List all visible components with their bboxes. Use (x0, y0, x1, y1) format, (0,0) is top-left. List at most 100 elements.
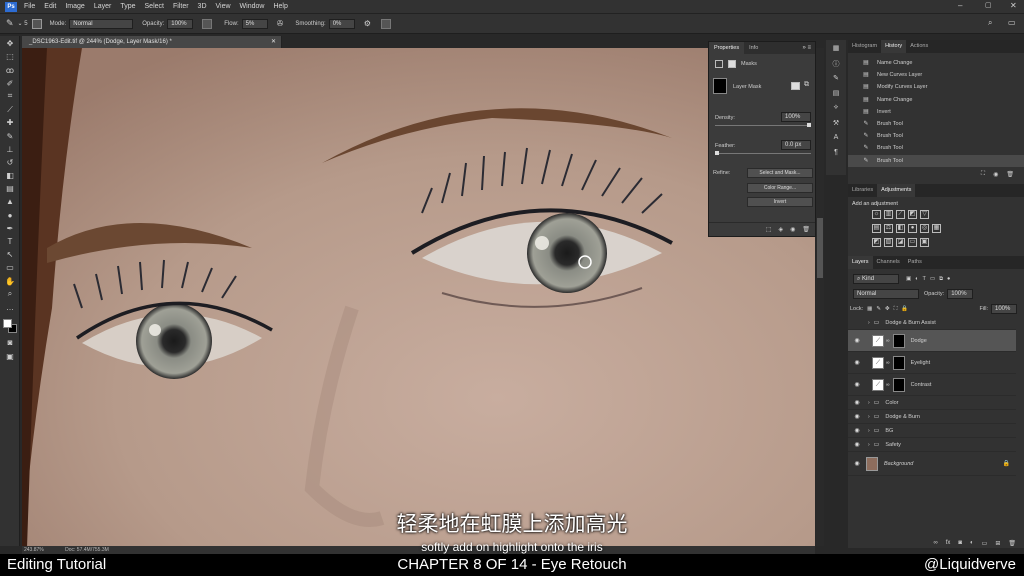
visibility-eye-icon[interactable]: ◉ (790, 226, 795, 233)
history-item[interactable]: ▤ New Curves Layer (848, 69, 1024, 81)
layer-opacity-field[interactable]: 100% (947, 289, 974, 299)
smoothing-field[interactable]: 0% (328, 18, 355, 29)
layer-filter-select[interactable]: ⌕ Kind (853, 274, 899, 284)
lasso-tool-icon[interactable]: ꝏ (3, 65, 17, 76)
histogram-panel-icon[interactable]: ▦ (830, 44, 842, 55)
menu-window[interactable]: Window (240, 3, 265, 10)
layer-row[interactable]: ◉ ⟋ ∞ Eyelight (848, 352, 1016, 374)
gradient-tool-icon[interactable]: ▤ (3, 183, 17, 194)
panel-menu-icon[interactable]: » ≡ (802, 45, 811, 51)
layer-row[interactable]: ◉ › ▭ Safety (848, 438, 1016, 452)
history-item[interactable]: ▤ Name Change (848, 94, 1024, 106)
eye-icon[interactable]: ◉ (852, 337, 862, 344)
foreground-color-swatch[interactable] (3, 319, 12, 329)
expand-arrow-icon[interactable]: › (868, 400, 870, 406)
tab-adjustments[interactable]: Adjustments (877, 184, 916, 197)
brush-preset-icon[interactable]: ✎ (6, 18, 14, 29)
tab-libraries[interactable]: Libraries (848, 184, 877, 197)
layer-mask-thumbnail[interactable] (892, 333, 905, 348)
canvas[interactable] (22, 48, 815, 548)
layer-row[interactable]: ◉ › ▭ Dodge & Burn (848, 410, 1016, 424)
pen-tool-icon[interactable]: ✒ (3, 223, 17, 234)
paragraph-panel-icon[interactable]: ¶ (830, 149, 842, 160)
history-item-selected[interactable]: ✎ Brush Tool (848, 154, 1024, 167)
paths-panel-icon[interactable]: ⟡ (830, 104, 842, 115)
feather-field[interactable]: 0.0 px (781, 140, 811, 150)
channel-mixer-icon[interactable]: ◎ (920, 224, 929, 233)
history-item[interactable]: ▤ Invert (848, 106, 1024, 118)
blur-tool-icon[interactable]: ▲ (3, 196, 17, 207)
document-tab[interactable]: _DSC1963-Edit.tif @ 244% (Dodge, Layer M… (22, 36, 282, 48)
new-snapshot-icon[interactable]: ⛶ (981, 171, 985, 178)
brightness-icon[interactable]: ☼ (872, 210, 881, 219)
feather-slider-track[interactable] (715, 151, 811, 155)
color-lookup-icon[interactable]: ▦ (932, 224, 941, 233)
brush-size-picker[interactable]: ⌄ 5 (18, 20, 28, 27)
expand-arrow-icon[interactable]: › (868, 442, 870, 448)
menu-layer[interactable]: Layer (94, 3, 112, 10)
mode-select[interactable]: Normal (69, 18, 134, 29)
tab-info[interactable]: Info (744, 45, 763, 51)
layer-row[interactable]: ◉ Background 🔒 (848, 452, 1016, 476)
path-select-tool-icon[interactable]: ↖ (3, 249, 17, 260)
photo-filter-icon[interactable]: ● (908, 224, 917, 233)
layer-row[interactable]: ◉ ⟋ ∞ Contrast (848, 374, 1016, 396)
select-and-mask-button[interactable]: Select and Mask... (747, 168, 813, 178)
history-item[interactable]: ▤ Name Change (848, 57, 1024, 69)
eye-icon[interactable]: ◉ (852, 460, 862, 467)
invert-adjustment-icon[interactable]: ◩ (872, 238, 881, 247)
expand-arrow-icon[interactable]: › (868, 414, 870, 420)
quick-mask-icon[interactable]: ◙ (3, 337, 17, 348)
color-balance-icon[interactable]: ⚖ (884, 224, 893, 233)
density-slider-track[interactable] (715, 123, 811, 127)
pressure-size-icon[interactable] (380, 18, 391, 29)
history-item[interactable]: ✎ Brush Tool (848, 142, 1024, 154)
eye-icon[interactable]: ◉ (852, 413, 862, 420)
lock-icons[interactable]: ▦✎✥⛶🔒 (867, 306, 912, 313)
screen-mode-icon[interactable]: ▣ (3, 351, 17, 362)
pressure-opacity-icon[interactable] (202, 18, 213, 29)
curves-icon[interactable]: ⟋ (896, 210, 905, 219)
stamp-tool-icon[interactable]: ⊥ (3, 144, 17, 155)
close-icon[interactable]: ✕ (1010, 1, 1017, 10)
layer-row-selected[interactable]: ◉ ⟋ ∞ Dodge (848, 330, 1016, 352)
selective-color-icon[interactable]: ▣ (920, 238, 929, 247)
tab-properties[interactable]: Properties (709, 42, 745, 54)
type-tool-icon[interactable]: T (3, 236, 17, 247)
quick-select-tool-icon[interactable]: ✐ (3, 78, 17, 89)
history-brush-tool-icon[interactable]: ↺ (3, 157, 17, 168)
expand-arrow-icon[interactable]: › (868, 320, 870, 326)
feather-slider-thumb[interactable] (715, 151, 719, 155)
menu-image[interactable]: Image (65, 3, 84, 10)
healing-tool-icon[interactable]: ✚ (3, 117, 17, 128)
opacity-field[interactable]: 100% (167, 18, 194, 29)
link-icon[interactable]: ∞ (886, 338, 890, 344)
hue-saturation-icon[interactable]: ▤ (872, 224, 881, 233)
posterize-icon[interactable]: ▧ (884, 238, 893, 247)
menu-3d[interactable]: 3D (198, 3, 207, 10)
eye-icon[interactable]: ◉ (852, 441, 862, 448)
vibrance-icon[interactable]: ▽ (920, 210, 929, 219)
menu-filter[interactable]: Filter (173, 3, 189, 10)
color-range-button[interactable]: Color Range... (747, 183, 813, 193)
workspace-icon[interactable]: ▭ (1008, 18, 1016, 27)
layer-mask-thumbnail[interactable] (892, 355, 905, 370)
fill-field[interactable]: 100% (991, 304, 1017, 314)
menu-help[interactable]: Help (273, 3, 287, 10)
brush-settings-icon[interactable] (31, 18, 42, 29)
levels-icon[interactable]: ▥ (884, 210, 893, 219)
apply-mask-icon[interactable]: ◈ (779, 226, 784, 233)
flow-field[interactable]: 5% (241, 18, 268, 29)
crop-tool-icon[interactable]: ⌗ (3, 91, 17, 102)
blend-mode-select[interactable]: Normal (853, 289, 919, 299)
gear-icon[interactable]: ⚙ (364, 19, 371, 28)
load-selection-icon[interactable]: ⬚ (766, 226, 772, 233)
density-field[interactable]: 100% (781, 112, 811, 122)
tool-presets-icon[interactable]: ⚒ (830, 119, 842, 130)
history-item[interactable]: ✎ Brush Tool (848, 130, 1024, 142)
maximize-icon[interactable]: ▢ (985, 1, 992, 9)
tab-actions[interactable]: Actions (906, 40, 932, 53)
layer-filter-icons[interactable]: ▣◐T▭⧉● (906, 276, 954, 283)
info-panel-icon[interactable]: ⓘ (830, 59, 842, 70)
layer-row[interactable]: › ▭ Dodge & Burn Assist (848, 316, 1016, 330)
